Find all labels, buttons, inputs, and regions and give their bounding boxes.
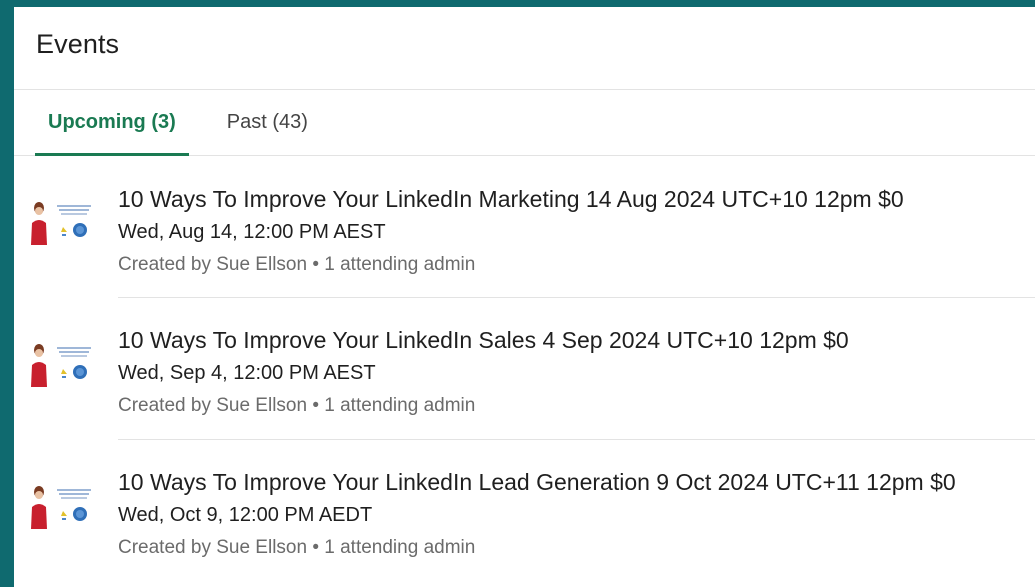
- events-header: Events: [14, 7, 1035, 90]
- events-card: Events Upcoming (3) Past (43) 10 Ways To…: [14, 7, 1035, 587]
- event-text: 10 Ways To Improve Your LinkedIn Lead Ge…: [118, 467, 1035, 561]
- event-thumbnail-icon[interactable]: [23, 341, 95, 389]
- event-thumbnail-icon[interactable]: [23, 199, 95, 247]
- page-title: Events: [36, 28, 120, 59]
- events-tabs: Upcoming (3) Past (43): [14, 90, 1035, 156]
- tab-past[interactable]: Past (43): [227, 90, 308, 155]
- event-item[interactable]: 10 Ways To Improve Your LinkedIn Marketi…: [14, 156, 1035, 298]
- event-item[interactable]: 10 Ways To Improve Your LinkedIn Sales 4…: [14, 298, 1035, 440]
- event-date: Wed, Oct 9, 12:00 PM AEDT: [118, 504, 373, 526]
- event-date: Wed, Aug 14, 12:00 PM AEST: [118, 221, 386, 243]
- event-thumbnail-icon[interactable]: [23, 483, 95, 531]
- event-text: 10 Ways To Improve Your LinkedIn Marketi…: [118, 184, 1035, 278]
- event-title[interactable]: 10 Ways To Improve Your LinkedIn Lead Ge…: [118, 467, 1035, 497]
- event-meta: Created by Sue Ellson • 1 attending admi…: [118, 395, 476, 416]
- event-title[interactable]: 10 Ways To Improve Your LinkedIn Marketi…: [118, 184, 1035, 214]
- event-meta: Created by Sue Ellson • 1 attending admi…: [118, 537, 476, 558]
- event-meta: Created by Sue Ellson • 1 attending admi…: [118, 254, 476, 275]
- event-date: Wed, Sep 4, 12:00 PM AEST: [118, 362, 376, 384]
- tab-upcoming[interactable]: Upcoming (3): [35, 90, 189, 156]
- events-list: 10 Ways To Improve Your LinkedIn Marketi…: [14, 156, 1035, 582]
- event-title[interactable]: 10 Ways To Improve Your LinkedIn Sales 4…: [118, 325, 1035, 355]
- event-item[interactable]: 10 Ways To Improve Your LinkedIn Lead Ge…: [14, 440, 1035, 582]
- event-text: 10 Ways To Improve Your LinkedIn Sales 4…: [118, 325, 1035, 419]
